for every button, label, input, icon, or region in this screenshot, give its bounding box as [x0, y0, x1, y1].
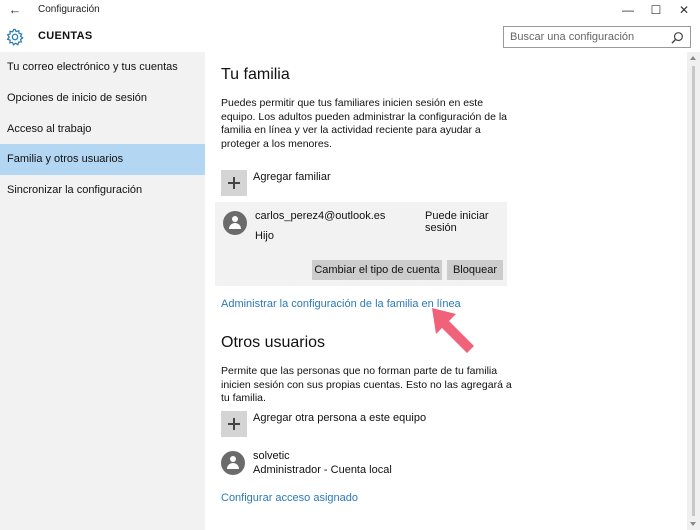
member-email: carlos_perez4@outlook.es — [255, 210, 386, 222]
scroll-down-icon[interactable] — [690, 522, 696, 526]
search-icon[interactable] — [671, 31, 684, 44]
other-users-description: Permite que las personas que no forman p… — [221, 365, 512, 404]
search-box[interactable] — [503, 26, 691, 48]
plus-icon[interactable] — [221, 411, 247, 437]
member-role: Hijo — [255, 230, 274, 242]
block-button[interactable]: Bloquear — [447, 260, 503, 280]
assigned-access-link[interactable]: Configurar acceso asignado — [221, 492, 358, 504]
add-other-person-label[interactable]: Agregar otra persona a este equipo — [253, 412, 426, 424]
section-title: CUENTAS — [38, 30, 93, 42]
other-users-heading: Otros usuarios — [221, 334, 326, 351]
add-family-member-label[interactable]: Agregar familiar — [253, 171, 331, 183]
header: CUENTAS — [0, 20, 700, 52]
family-member-card[interactable]: carlos_perez4@outlook.es Puede iniciar s… — [215, 202, 507, 286]
avatar — [223, 211, 247, 235]
gear-icon — [6, 28, 24, 46]
family-heading: Tu familia — [221, 66, 290, 83]
family-description: Puedes permitir que tus familiares inici… — [221, 97, 508, 150]
sidebar-item-sync-settings[interactable]: Sincronizar la configuración — [0, 175, 205, 206]
member-status: Puede iniciar sesión — [425, 210, 489, 234]
other-user-role: Administrador - Cuenta local — [253, 464, 392, 476]
sidebar-item-sign-in-options[interactable]: Opciones de inicio de sesión — [0, 83, 205, 114]
main-content: Tu familia Puedes permitir que tus famil… — [205, 52, 687, 530]
sidebar: Tu correo electrónico y tus cuentas Opci… — [0, 52, 205, 530]
avatar — [221, 451, 245, 475]
scroll-thumb[interactable] — [692, 66, 695, 516]
plus-icon[interactable] — [221, 170, 247, 196]
annotation-arrow-icon — [432, 308, 474, 353]
maximize-button[interactable]: ☐ — [642, 1, 670, 19]
change-account-type-button[interactable]: Cambiar el tipo de cuenta — [312, 260, 442, 280]
other-user-name[interactable]: solvetic — [253, 450, 290, 462]
sidebar-item-family-users[interactable]: Familia y otros usuarios — [0, 144, 205, 175]
title-bar: ← Configuración — ☐ ✕ — [0, 0, 700, 20]
sidebar-item-email-accounts[interactable]: Tu correo electrónico y tus cuentas — [0, 52, 205, 83]
search-input[interactable] — [510, 29, 660, 45]
vertical-scrollbar[interactable] — [687, 52, 700, 530]
sidebar-item-work-access[interactable]: Acceso al trabajo — [0, 114, 205, 145]
minimize-button[interactable]: — — [614, 1, 642, 19]
window-title: Configuración — [38, 4, 100, 15]
close-button[interactable]: ✕ — [670, 1, 698, 19]
scroll-up-icon[interactable] — [690, 56, 696, 60]
back-arrow-icon[interactable]: ← — [6, 2, 24, 18]
manage-family-online-link[interactable]: Administrar la configuración de la famil… — [221, 298, 461, 310]
